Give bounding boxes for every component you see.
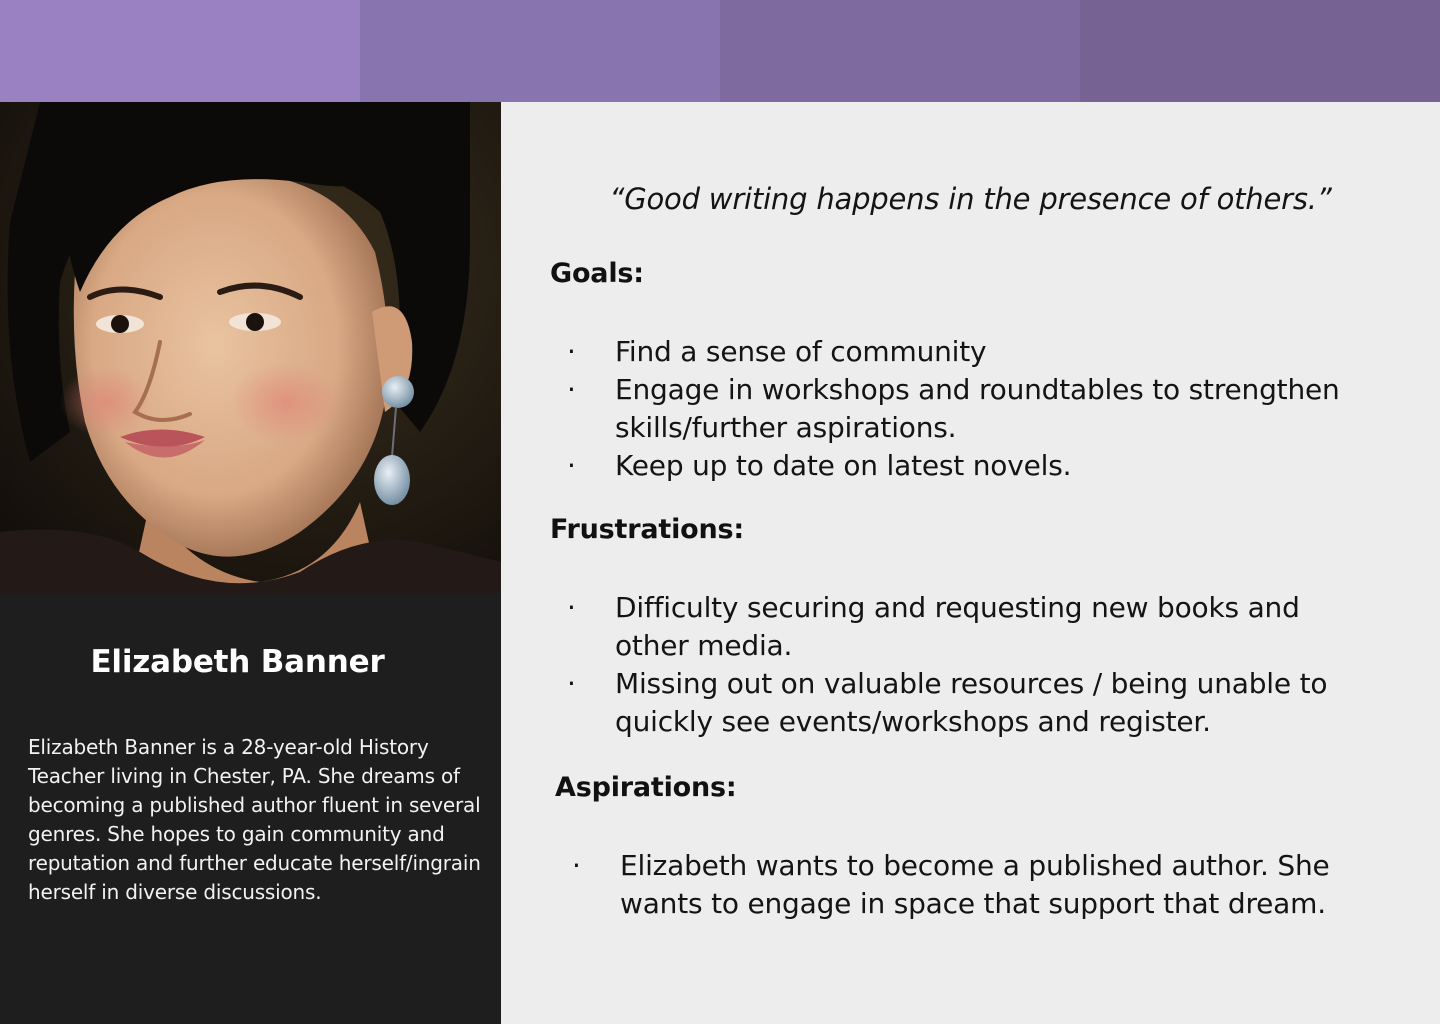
quote-text: “Good writing happens in the presence of… <box>609 182 1332 216</box>
frustrations-list: · Difficulty securing and requesting new … <box>567 589 1347 741</box>
bullet-glyph: · <box>567 335 576 368</box>
bullet-glyph: · <box>567 667 576 700</box>
persona-panel: Elizabeth Banner Elizabeth Banner is a 2… <box>0 102 501 1024</box>
goals-heading: Goals: <box>550 258 644 289</box>
aspirations-list: · Elizabeth wants to become a published a… <box>572 847 1342 923</box>
band-segment <box>0 0 360 102</box>
persona-bio: Elizabeth Banner is a 28-year-old Histor… <box>28 735 481 904</box>
persona-portrait <box>0 102 501 593</box>
list-item: · Difficulty securing and requesting new … <box>567 591 1300 662</box>
band-segment <box>720 0 1080 102</box>
persona-details: “Good writing happens in the presence of… <box>501 102 1440 1024</box>
portrait-illustration <box>0 102 501 593</box>
frustrations-heading: Frustrations: <box>550 514 744 545</box>
persona-quote: “Good writing happens in the presence of… <box>501 182 1440 216</box>
bullet-glyph: · <box>572 849 581 882</box>
list-item: · Missing out on valuable resources / bei… <box>567 667 1328 738</box>
aspirations-heading: Aspirations: <box>555 772 737 803</box>
top-color-band <box>0 0 1440 102</box>
band-segment <box>360 0 720 102</box>
band-segment <box>1080 0 1440 102</box>
persona-name: Elizabeth Banner <box>90 644 385 680</box>
goals-list: · Find a sense of community · Engage in wo… <box>567 333 1407 485</box>
list-item: · Find a sense of community <box>567 333 1407 371</box>
bullet-glyph: · <box>567 373 576 406</box>
list-item: · Engage in workshops and roundtables to … <box>567 373 1340 444</box>
list-item: · Elizabeth wants to become a published a… <box>572 849 1330 920</box>
list-item: · Keep up to date on latest novels. <box>567 447 1407 485</box>
bullet-glyph: · <box>567 591 576 624</box>
bullet-glyph: · <box>567 449 576 482</box>
